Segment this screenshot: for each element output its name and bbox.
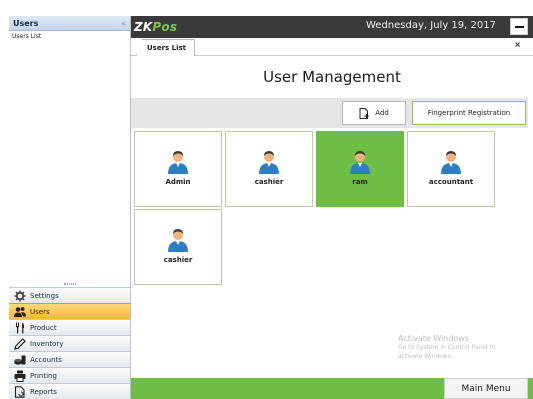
user-avatar-icon <box>168 151 188 174</box>
nav-label-accounts: Accounts <box>30 355 62 364</box>
nav-label-product: Product <box>30 323 57 332</box>
user-card[interactable]: Admin <box>134 131 222 207</box>
watermark-line-2: Go to System in Control Panel to <box>398 344 496 351</box>
logo-main: ZK <box>134 20 153 34</box>
user-card-label: accountant <box>428 178 474 186</box>
nav-label-users: Users <box>30 307 50 316</box>
app-header: ZKPos Wednesday, July 19, 2017 <box>131 16 533 38</box>
user-card[interactable]: cashier <box>225 131 313 207</box>
add-button[interactable]: Add <box>342 101 406 125</box>
printer-icon <box>14 370 26 382</box>
app-logo: ZKPos <box>134 20 177 34</box>
user-card[interactable]: accountant <box>407 131 495 207</box>
left-panel-title: Users <box>13 18 39 28</box>
user-card[interactable]: cashier <box>134 209 222 285</box>
reports-icon <box>14 385 26 398</box>
user-card-label: cashier <box>254 178 284 186</box>
minimize-icon <box>514 25 524 28</box>
main-menu-button[interactable]: Main Menu <box>444 378 528 399</box>
fork-knife-icon <box>14 322 26 334</box>
tab-strip: Users List × <box>131 38 533 56</box>
user-card-label: ram <box>352 178 368 186</box>
nav-item-users[interactable]: Users <box>9 303 130 319</box>
toolbar: Add Fingerprint Registration <box>131 98 528 128</box>
tab-users-list[interactable]: Users List <box>136 39 196 56</box>
nav-item-settings[interactable]: Settings <box>9 287 130 303</box>
collapse-icon[interactable]: « <box>121 19 126 28</box>
nav-label-reports: Reports <box>30 387 57 396</box>
nav-item-printing[interactable]: Printing <box>9 367 130 383</box>
user-avatar-icon <box>441 151 461 174</box>
users-icon <box>14 306 26 318</box>
nav-item-reports[interactable]: Reports <box>9 383 130 399</box>
gear-icon <box>14 290 26 302</box>
add-file-icon <box>359 107 369 119</box>
minimize-button[interactable] <box>510 18 528 35</box>
logo-accent: Pos <box>152 20 178 34</box>
add-button-label: Add <box>375 109 389 117</box>
nav-resize-grip[interactable] <box>9 280 130 287</box>
user-avatar-icon <box>259 151 279 174</box>
left-panel: Users « Users List Settings Users Produc… <box>9 16 131 399</box>
accounts-icon <box>14 354 26 366</box>
nav-label-settings: Settings <box>30 291 59 300</box>
close-icon[interactable]: × <box>514 40 521 49</box>
user-avatar-icon <box>168 229 188 252</box>
nav-item-product[interactable]: Product <box>9 319 130 335</box>
fingerprint-registration-button[interactable]: Fingerprint Registration <box>412 101 526 125</box>
date-display: Wednesday, July 19, 2017 <box>366 20 496 31</box>
page-title: User Management <box>263 68 401 86</box>
footer-bar: Main Menu <box>131 378 533 399</box>
nav-label-inventory: Inventory <box>30 339 64 348</box>
activate-windows-watermark: Activate Windows Go to System in Control… <box>398 334 496 361</box>
nav-item-accounts[interactable]: Accounts <box>9 351 130 367</box>
user-card-selected[interactable]: ram <box>316 131 404 207</box>
watermark-line-3: activate Windows. <box>398 353 453 360</box>
pencil-icon <box>14 337 26 350</box>
nav-menu: Settings Users Product Inventory Account <box>9 280 130 399</box>
left-panel-list: Users List <box>9 31 130 42</box>
user-avatar-icon <box>350 151 370 174</box>
list-item-users-list[interactable]: Users List <box>12 33 127 40</box>
user-card-label: cashier <box>163 256 193 264</box>
user-card-label: Admin <box>165 178 191 186</box>
nav-item-inventory[interactable]: Inventory <box>9 335 130 351</box>
watermark-line-1: Activate Windows <box>398 334 470 343</box>
left-panel-header: Users « <box>9 16 130 31</box>
nav-label-printing: Printing <box>30 371 57 380</box>
